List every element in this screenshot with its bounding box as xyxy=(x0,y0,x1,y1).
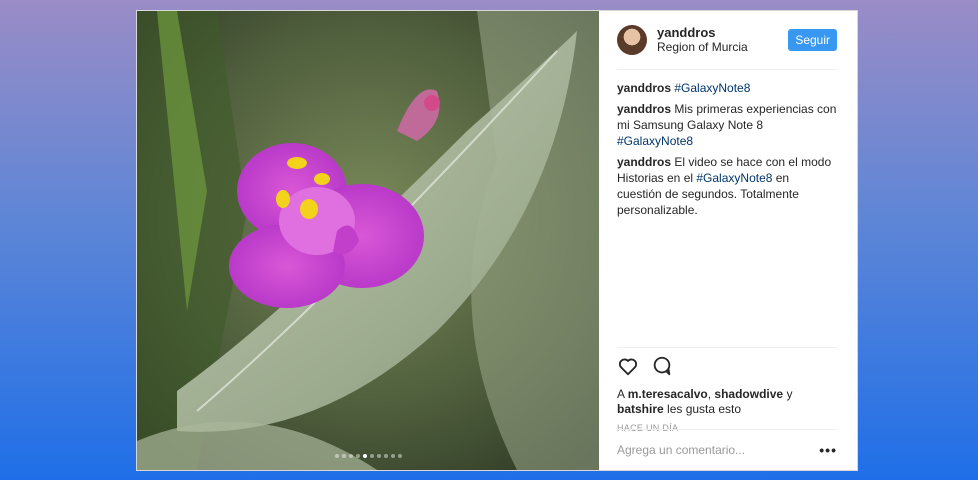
comment: yanddros #GalaxyNote8 xyxy=(617,80,837,96)
likes-text: A m.teresacalvo, shadowdive y batshire l… xyxy=(617,387,837,417)
avatar[interactable] xyxy=(617,25,647,55)
carousel-dot[interactable] xyxy=(355,454,360,458)
more-options-button[interactable]: ••• xyxy=(819,442,837,458)
hashtag-link[interactable]: #GalaxyNote8 xyxy=(617,134,693,148)
post-photo[interactable] xyxy=(137,11,599,470)
comment: yanddros Mis primeras experiencias con m… xyxy=(617,101,837,149)
comment-user[interactable]: yanddros xyxy=(617,155,671,169)
post-header: yanddros Region of Murcia Seguir xyxy=(617,11,837,70)
carousel-dot[interactable] xyxy=(397,454,402,458)
likes-suffix: les gusta esto xyxy=(663,402,742,416)
carousel-dot[interactable] xyxy=(348,454,353,458)
carousel-dot[interactable] xyxy=(383,454,388,458)
comment: yanddros El video se hace con el modo Hi… xyxy=(617,154,837,218)
action-icons xyxy=(617,356,837,380)
comment-icon[interactable] xyxy=(651,355,673,382)
hashtag-link[interactable]: #GalaxyNote8 xyxy=(674,81,750,95)
likes-prefix: A xyxy=(617,387,628,401)
heart-icon[interactable] xyxy=(617,355,639,382)
post-card: yanddros Region of Murcia Seguir yanddro… xyxy=(136,10,858,471)
location[interactable]: Region of Murcia xyxy=(657,40,788,55)
flower-photo xyxy=(137,11,599,470)
username[interactable]: yanddros xyxy=(657,25,788,40)
comment-user[interactable]: yanddros xyxy=(617,102,671,116)
liker-link[interactable]: shadowdive xyxy=(714,387,783,401)
follow-button[interactable]: Seguir xyxy=(788,29,837,51)
carousel-dot[interactable] xyxy=(369,454,374,458)
liker-link[interactable]: batshire xyxy=(617,402,664,416)
post-sidebar: yanddros Region of Murcia Seguir yanddro… xyxy=(599,11,857,470)
likes-separator: y xyxy=(783,387,793,401)
comment-user[interactable]: yanddros xyxy=(617,81,671,95)
carousel-dot[interactable] xyxy=(390,454,395,458)
post-actions: A m.teresacalvo, shadowdive y batshire l… xyxy=(617,347,837,433)
carousel-dot[interactable] xyxy=(334,454,339,458)
carousel-dot[interactable] xyxy=(362,454,367,458)
hashtag-link[interactable]: #GalaxyNote8 xyxy=(696,171,772,185)
carousel-dot[interactable] xyxy=(341,454,346,458)
carousel-dot[interactable] xyxy=(376,454,381,458)
add-comment-bar: Agrega un comentario... ••• xyxy=(617,429,837,470)
liker-link[interactable]: m.teresacalvo xyxy=(628,387,708,401)
carousel-dots xyxy=(137,454,599,458)
comments-list: yanddros #GalaxyNote8 yanddros Mis prime… xyxy=(617,70,837,218)
comment-input[interactable]: Agrega un comentario... xyxy=(617,443,745,457)
user-block: yanddros Region of Murcia xyxy=(657,25,788,55)
